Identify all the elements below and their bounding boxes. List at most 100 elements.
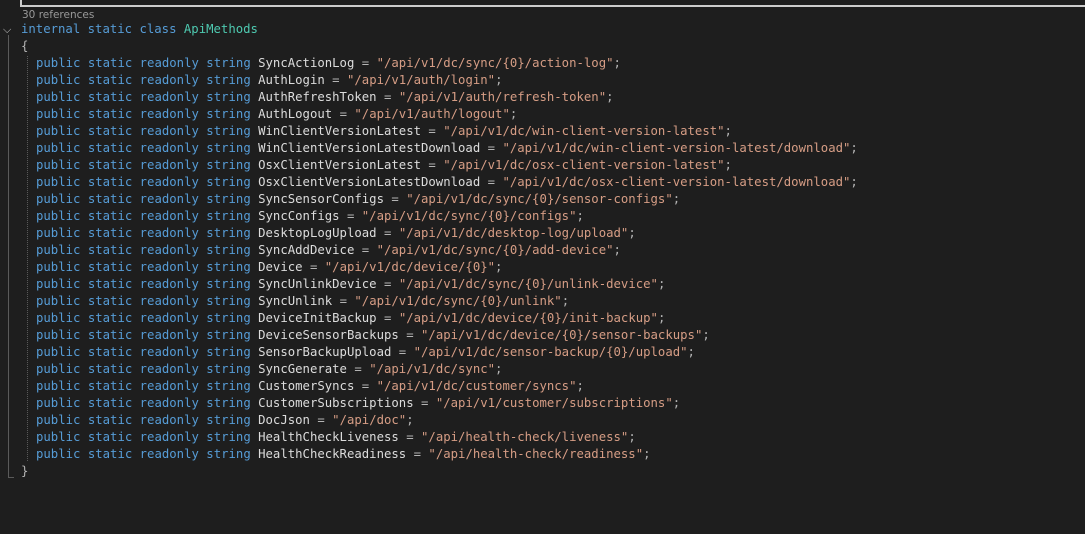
semicolon: ; bbox=[509, 107, 518, 121]
code-line[interactable]: public static readonly string SensorBack… bbox=[36, 344, 695, 361]
keyword: readonly bbox=[139, 447, 199, 461]
class-declaration-line[interactable]: internal static class ApiMethods bbox=[21, 21, 258, 38]
code-line[interactable]: public static readonly string SyncUnlink… bbox=[36, 276, 665, 293]
code-line[interactable]: public static readonly string SyncAction… bbox=[36, 55, 621, 72]
keyword: public bbox=[36, 260, 81, 274]
code-line[interactable]: public static readonly string HealthChec… bbox=[36, 429, 636, 446]
codelens-references[interactable]: 30 references bbox=[22, 9, 94, 21]
code-line[interactable]: public static readonly string OsxClientV… bbox=[36, 174, 858, 191]
field-name: CustomerSubscriptions bbox=[258, 396, 414, 410]
code-line[interactable]: public static readonly string AuthLogout… bbox=[36, 106, 517, 123]
code-line[interactable]: public static readonly string SyncUnlink… bbox=[36, 293, 569, 310]
code-line[interactable]: public static readonly string WinClientV… bbox=[36, 140, 858, 157]
open-brace: { bbox=[21, 39, 29, 53]
keyword: readonly bbox=[139, 192, 199, 206]
open-brace-line[interactable]: { bbox=[21, 38, 28, 55]
semicolon: ; bbox=[672, 192, 681, 206]
keyword: static bbox=[87, 73, 133, 87]
type-keyword: string bbox=[206, 379, 251, 393]
semicolon: ; bbox=[406, 413, 414, 427]
type-keyword: string bbox=[206, 447, 251, 461]
code-line[interactable]: public static readonly string Device = "… bbox=[36, 259, 502, 276]
field-name: DesktopLogUpload bbox=[258, 226, 377, 240]
code-line[interactable]: public static readonly string AuthLogin … bbox=[36, 72, 502, 89]
semicolon: ; bbox=[687, 345, 695, 359]
type-keyword: string bbox=[206, 328, 251, 342]
keyword: readonly bbox=[139, 294, 199, 308]
type-keyword: string bbox=[206, 141, 251, 155]
field-name: SyncAddDevice bbox=[258, 243, 355, 257]
semicolon: ; bbox=[628, 430, 636, 444]
string-literal: "/api/v1/dc/sync/{0}/sensor-configs" bbox=[406, 192, 673, 206]
assign-operator: = bbox=[406, 328, 414, 342]
string-literal: "/api/health-check/liveness" bbox=[421, 430, 629, 444]
string-literal: "/api/v1/dc/sync/{0}/action-log" bbox=[376, 56, 614, 70]
code-line[interactable]: public static readonly string SyncSensor… bbox=[36, 191, 680, 208]
keyword: readonly bbox=[139, 73, 199, 87]
keyword: readonly bbox=[139, 345, 199, 359]
field-name: SyncConfigs bbox=[258, 209, 340, 223]
semicolon: ; bbox=[561, 294, 570, 308]
code-line[interactable]: public static readonly string WinClientV… bbox=[36, 123, 732, 140]
string-literal: "/api/v1/dc/win-client-version-latest/do… bbox=[502, 141, 851, 155]
keyword: public bbox=[36, 56, 81, 70]
keyword: public bbox=[36, 277, 81, 291]
close-brace-line[interactable]: } bbox=[21, 463, 28, 480]
semicolon: ; bbox=[702, 328, 710, 342]
keyword: static bbox=[87, 345, 133, 359]
string-literal: "/api/v1/dc/sensor-backup/{0}/upload" bbox=[413, 345, 688, 359]
code-line[interactable]: public static readonly string DeviceSens… bbox=[36, 327, 710, 344]
class-name: ApiMethods bbox=[183, 22, 258, 36]
keyword: readonly bbox=[139, 260, 199, 274]
code-line[interactable]: public static readonly string HealthChec… bbox=[36, 446, 651, 463]
keyword: public bbox=[36, 226, 81, 240]
field-name: SyncGenerate bbox=[258, 362, 347, 376]
type-keyword: string bbox=[206, 192, 251, 206]
type-keyword: string bbox=[206, 311, 251, 325]
field-name: HealthCheckLiveness bbox=[258, 430, 399, 444]
code-line[interactable]: public static readonly string SyncAddDev… bbox=[36, 242, 621, 259]
type-keyword: string bbox=[206, 260, 251, 274]
keyword: public bbox=[36, 294, 81, 308]
type-keyword: string bbox=[206, 107, 251, 121]
code-line[interactable]: public static readonly string OsxClientV… bbox=[36, 157, 732, 174]
field-name: DocJson bbox=[258, 413, 310, 427]
keyword: readonly bbox=[139, 362, 199, 376]
assign-operator: = bbox=[332, 73, 340, 87]
keyword: readonly bbox=[139, 141, 199, 155]
keyword: readonly bbox=[139, 158, 199, 172]
keyword: readonly bbox=[139, 277, 199, 291]
collapse-chevron-icon[interactable]: ⌵ bbox=[3, 24, 13, 35]
keyword: public bbox=[36, 158, 81, 172]
code-line[interactable]: public static readonly string DeviceInit… bbox=[36, 310, 665, 327]
semicolon: ; bbox=[672, 396, 681, 410]
keyword: static bbox=[87, 328, 133, 342]
type-keyword: string bbox=[206, 430, 251, 444]
field-name: AuthLogin bbox=[258, 73, 325, 87]
assign-operator: = bbox=[406, 430, 414, 444]
assign-operator: = bbox=[428, 124, 436, 138]
keyword: readonly bbox=[139, 328, 199, 342]
type-keyword: string bbox=[206, 209, 251, 223]
code-line[interactable]: public static readonly string CustomerSu… bbox=[36, 395, 680, 412]
assign-operator: = bbox=[413, 447, 422, 461]
keyword: static bbox=[87, 124, 133, 138]
code-line[interactable]: public static readonly string CustomerSy… bbox=[36, 378, 584, 395]
code-line[interactable]: public static readonly string DocJson = … bbox=[36, 412, 414, 429]
field-name: SyncUnlink bbox=[258, 294, 333, 308]
code-line[interactable]: public static readonly string AuthRefres… bbox=[36, 89, 614, 106]
string-literal: "/api/v1/dc/customer/syncs" bbox=[376, 379, 577, 393]
string-literal: "/api/v1/customer/subscriptions" bbox=[435, 396, 673, 410]
keyword: readonly bbox=[139, 430, 199, 444]
indent-guide bbox=[27, 56, 28, 461]
field-name: DeviceInitBackup bbox=[258, 311, 377, 325]
assign-operator: = bbox=[309, 260, 318, 274]
string-literal: "/api/v1/auth/login" bbox=[346, 73, 496, 87]
field-name: AuthLogout bbox=[258, 107, 333, 121]
code-line[interactable]: public static readonly string DesktopLog… bbox=[36, 225, 636, 242]
keyword: public bbox=[36, 107, 81, 121]
code-line[interactable]: public static readonly string SyncConfig… bbox=[36, 208, 584, 225]
code-line[interactable]: public static readonly string SyncGenera… bbox=[36, 361, 502, 378]
string-literal: "/api/doc" bbox=[332, 413, 407, 427]
type-keyword: string bbox=[206, 243, 251, 257]
